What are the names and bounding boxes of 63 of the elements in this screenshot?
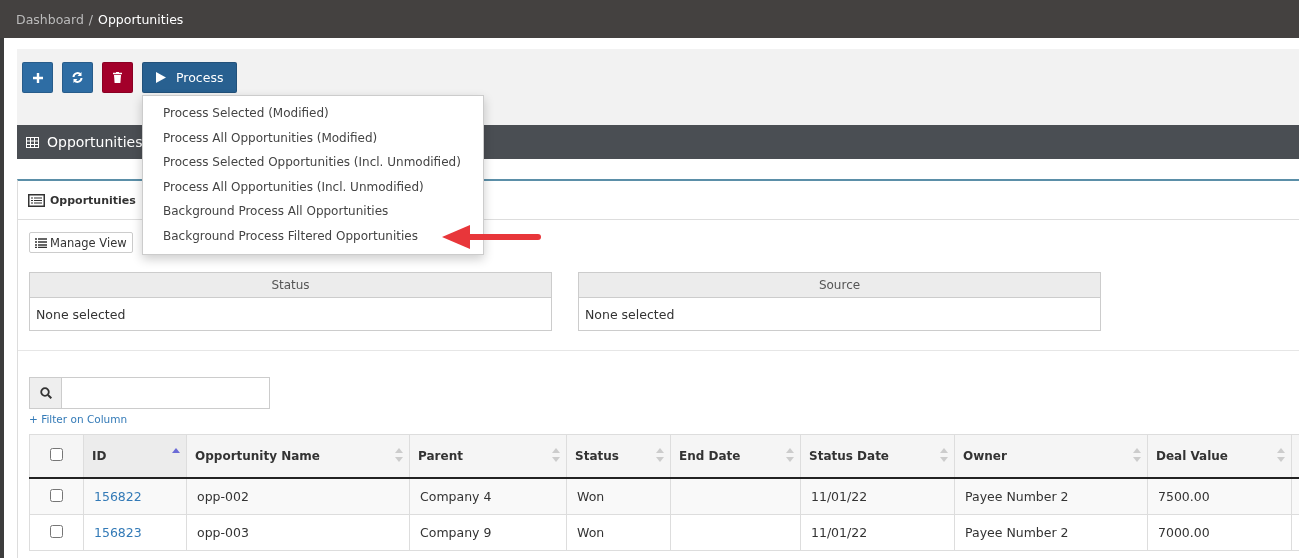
sort-icon [552, 448, 560, 462]
id-link[interactable]: 156823 [94, 525, 142, 540]
table-cell: 7500.00 [1158, 489, 1210, 504]
plus-icon [32, 72, 43, 83]
table-cell: opp-002 [197, 489, 249, 504]
filter-select[interactable]: None selected [29, 298, 552, 331]
panel-title: Opportunities [47, 134, 143, 150]
table-icon [26, 136, 39, 148]
filter-column-link[interactable]: + Filter on Column [29, 413, 128, 425]
filter-header: Source [578, 272, 1101, 298]
menu-item[interactable]: Process All Opportunities (Modified) [143, 125, 483, 151]
column-header[interactable]: Deal Value [1147, 434, 1292, 478]
column-header[interactable]: ID [83, 434, 187, 478]
menu-item[interactable]: Background Process All Opportunities [143, 199, 483, 224]
refresh-button[interactable] [62, 62, 93, 93]
table-cell: Payee Number 2 [965, 525, 1069, 540]
filter-header: Status [29, 272, 552, 298]
select-all-checkbox[interactable] [50, 448, 63, 461]
sort-icon [656, 448, 664, 462]
column-header[interactable]: Owner [954, 434, 1148, 478]
table-cell: opp-003 [197, 525, 249, 540]
row-checkbox[interactable] [50, 524, 63, 538]
list-icon [35, 237, 47, 248]
process-button[interactable]: Process [142, 62, 238, 93]
refresh-icon [72, 72, 83, 83]
sort-icon [1277, 448, 1285, 462]
table-cell: Payee Number 2 [965, 489, 1069, 504]
add-button[interactable] [22, 62, 53, 93]
column-header[interactable]: End Date [670, 434, 801, 478]
table-cell: 11/01/22 [811, 525, 868, 540]
sort-icon [395, 448, 403, 462]
table-cell: Company 9 [420, 525, 492, 540]
menu-item[interactable]: Background Process Filtered Opportunities [143, 223, 483, 249]
list-icon [28, 193, 45, 207]
manage-view-button[interactable]: Manage View [29, 232, 133, 253]
sort-icon [786, 448, 794, 462]
column-header[interactable]: Status [566, 434, 671, 478]
table-cell: Company 4 [420, 489, 492, 504]
menu-item[interactable]: Process Selected (Modified) [143, 101, 483, 126]
play-icon [156, 72, 166, 83]
table-cell: 7000.00 [1158, 525, 1210, 540]
delete-button[interactable] [102, 62, 133, 93]
filter-select[interactable]: None selected [578, 298, 1101, 331]
sort-ascending-icon [172, 448, 180, 453]
menu-item[interactable]: Process Selected Opportunities (Incl. Unmodified) [143, 150, 483, 175]
breadcrumb-item: Opportunities [98, 11, 184, 27]
column-header[interactable]: Opportunity Name [186, 434, 410, 478]
table-cell: 11/01/22 [811, 489, 868, 504]
tab[interactable]: Opportunities [18, 193, 136, 207]
sort-icon [940, 448, 948, 462]
id-link[interactable]: 156822 [94, 489, 142, 504]
breadcrumb-item[interactable]: Dashboard [16, 11, 84, 27]
menu-item[interactable]: Process All Opportunities (Incl. Unmodified) [143, 174, 483, 200]
column-header[interactable]: Status Date [800, 434, 955, 478]
breadcrumb-separator: / [88, 11, 94, 27]
table-cell: Won [577, 525, 605, 540]
search-field[interactable] [29, 377, 270, 409]
sort-icon [1133, 448, 1141, 462]
table-cell: Won [577, 489, 605, 504]
column-header[interactable]: Parent [409, 434, 567, 478]
search-icon [39, 387, 52, 399]
row-checkbox[interactable] [50, 488, 63, 502]
trash-icon [113, 72, 122, 83]
